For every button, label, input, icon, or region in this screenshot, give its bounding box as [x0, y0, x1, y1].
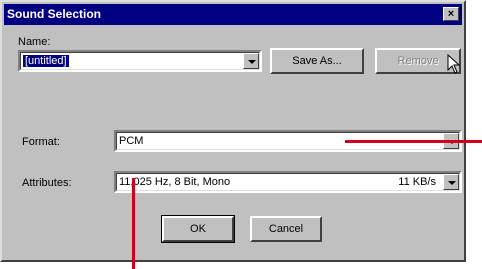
attributes-label: Attributes: [22, 177, 72, 189]
annotation-line-format [345, 140, 482, 143]
name-label: Name: [18, 36, 51, 48]
name-dropdown-button[interactable] [243, 53, 259, 69]
format-label: Format: [22, 136, 60, 148]
format-value: PCM [119, 135, 144, 147]
cancel-button[interactable]: Cancel [250, 216, 322, 242]
name-combobox[interactable]: [untitled] [18, 50, 262, 72]
save-as-button[interactable]: Save As... [270, 48, 364, 74]
sound-selection-dialog: Sound Selection × Name: [untitled] Save … [0, 0, 466, 262]
ok-button[interactable]: OK [161, 215, 235, 243]
annotation-line-attributes [132, 178, 135, 269]
attributes-combobox[interactable]: 11,025 Hz, 8 Bit, Mono 11 KB/s [114, 171, 462, 193]
attributes-dropdown-button[interactable] [443, 174, 459, 190]
close-button[interactable]: × [443, 7, 459, 21]
close-icon: × [447, 8, 455, 20]
name-value: [untitled] [23, 55, 69, 67]
title-bar: Sound Selection × [4, 4, 462, 25]
attributes-value: 11,025 Hz, 8 Bit, Mono [119, 176, 231, 188]
window-title: Sound Selection [7, 7, 102, 21]
attributes-rate: 11 KB/s [398, 176, 436, 188]
mouse-pointer-icon [447, 54, 461, 74]
